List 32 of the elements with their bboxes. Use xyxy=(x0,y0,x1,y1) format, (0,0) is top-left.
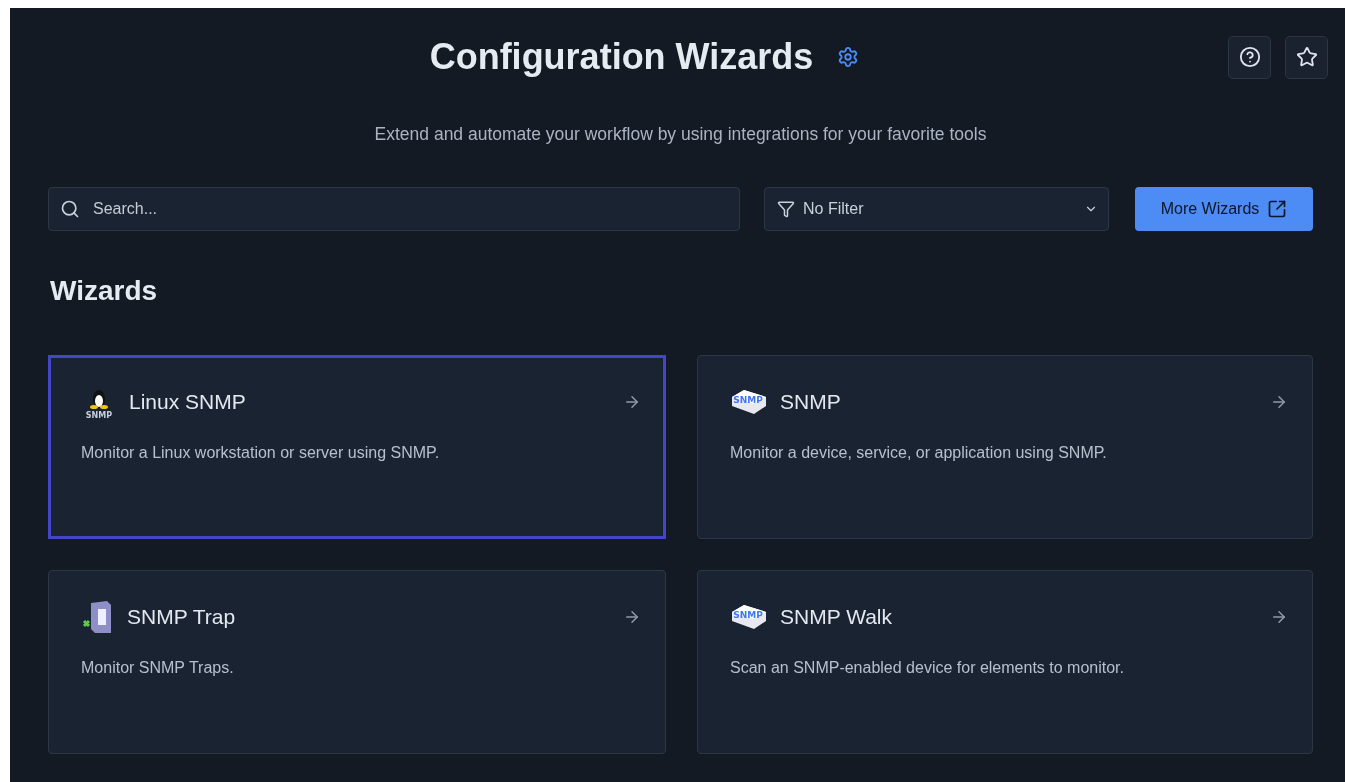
block-icon: SNMP xyxy=(730,602,768,632)
filter-icon xyxy=(777,200,795,218)
page-subtitle: Extend and automate your workflow by using integrations for your favorite tools xyxy=(373,124,988,145)
card-description: Monitor a device, service, or application using SNMP. xyxy=(730,444,1108,462)
help-button[interactable] xyxy=(1228,35,1271,79)
arrow-icon xyxy=(1270,608,1288,626)
block-icon: SNMP xyxy=(730,387,768,417)
arrow-icon xyxy=(623,393,641,411)
favorite-button[interactable] xyxy=(1285,35,1328,79)
star-icon xyxy=(1295,46,1318,68)
arrow-icon xyxy=(1270,393,1288,411)
section-title: Wizards xyxy=(50,275,159,307)
card-description: Scan an SNMP-enabled device for elements to monitor. xyxy=(730,659,1125,677)
card-description: Monitor a Linux workstation or server using SNMP. xyxy=(81,444,441,462)
wizard-card[interactable]: SNMP SNMP Walk Scan an SNMP-enabled device for elements to monitor. xyxy=(697,570,1313,754)
search-field[interactable]: Search... xyxy=(48,187,740,231)
page-title: Configuration Wizards xyxy=(429,36,814,78)
card-title: SNMP Trap xyxy=(127,605,237,629)
more-wizards-button[interactable]: More Wizards xyxy=(1135,187,1313,231)
card-title: Linux SNMP xyxy=(129,390,247,414)
external-link-icon xyxy=(1267,199,1288,219)
card-title: SNMP Walk xyxy=(780,605,893,629)
filter-dropdown[interactable]: No Filter xyxy=(764,187,1109,231)
wizard-card[interactable]: SNMP Trap Monitor SNMP Traps. xyxy=(48,570,666,754)
wizard-card[interactable]: SNMP Linux SNMP Monitor a Linux workstation or server using SNMP. xyxy=(48,355,666,539)
help-icon xyxy=(1238,46,1261,68)
search-icon xyxy=(60,199,80,219)
wizard-card[interactable]: SNMP SNMP Monitor a device, service, or application using SNMP. xyxy=(697,355,1313,539)
card-title: SNMP xyxy=(780,390,842,414)
arrow-icon xyxy=(623,608,641,626)
card-description: Monitor SNMP Traps. xyxy=(81,659,235,677)
settings-icon[interactable] xyxy=(837,46,860,68)
